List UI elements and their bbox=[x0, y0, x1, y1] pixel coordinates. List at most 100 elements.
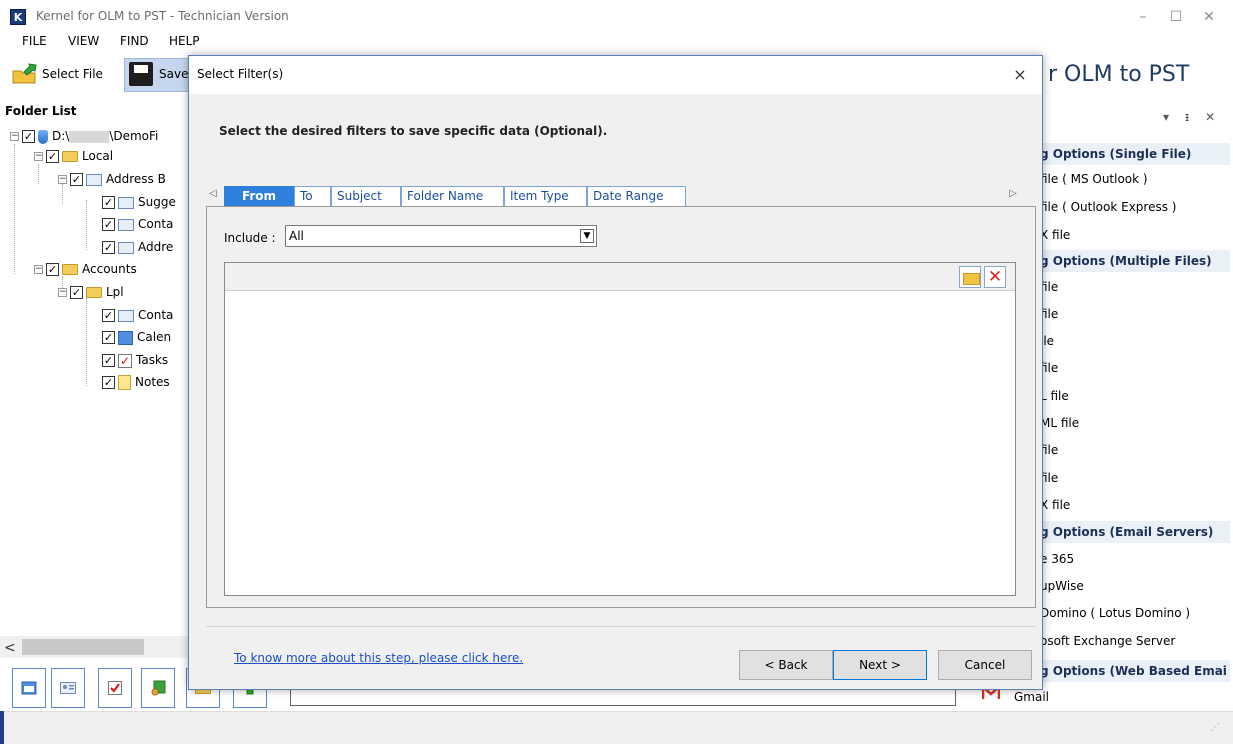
checkbox[interactable]: ✓ bbox=[46, 150, 59, 163]
nav-contacts-button[interactable] bbox=[51, 668, 85, 708]
nav-mail-button[interactable] bbox=[12, 668, 46, 708]
collapse-icon[interactable]: − bbox=[10, 132, 19, 141]
drive-icon bbox=[38, 129, 48, 144]
checkbox[interactable]: ✓ bbox=[102, 331, 115, 344]
save-label: Save bbox=[159, 67, 189, 81]
section-header-single-file: g Options (Single File) bbox=[1030, 143, 1230, 165]
content-horizontal-scrollbar[interactable] bbox=[290, 688, 956, 706]
back-button[interactable]: < Back bbox=[739, 650, 833, 680]
remove-icon[interactable]: ✕ bbox=[984, 266, 1006, 288]
tab-scroll-left-icon[interactable]: ◁ bbox=[206, 188, 220, 199]
tree-node-accounts[interactable]: − ✓ Accounts bbox=[34, 262, 137, 282]
nav-journal-button[interactable] bbox=[141, 668, 175, 708]
tab-folder-name[interactable]: Folder Name bbox=[401, 186, 504, 206]
maximize-button[interactable]: ☐ bbox=[1163, 6, 1189, 28]
tab-from[interactable]: From bbox=[224, 186, 294, 206]
option-multi-file-9[interactable]: X file bbox=[1040, 498, 1070, 512]
checkbox[interactable]: ✓ bbox=[102, 196, 115, 209]
contact-card-icon bbox=[118, 218, 134, 231]
folder-list-title: Folder List bbox=[5, 104, 77, 118]
add-folder-icon[interactable] bbox=[959, 266, 981, 288]
collapse-icon[interactable]: − bbox=[58, 288, 67, 297]
tree-node-label: Conta bbox=[138, 308, 174, 322]
tree-node-contacts-lpl[interactable]: ✓ Conta bbox=[102, 308, 173, 328]
dialog-instruction: Select the desired filters to save speci… bbox=[219, 124, 608, 138]
dialog-close-button[interactable]: × bbox=[1009, 64, 1031, 86]
tree-node-label: Notes bbox=[135, 375, 170, 389]
scrollbar-thumb[interactable] bbox=[22, 639, 144, 655]
open-folder-icon bbox=[12, 63, 37, 84]
resize-grip-icon[interactable]: ⋰ bbox=[1210, 722, 1220, 733]
window-accent-edge bbox=[0, 711, 4, 744]
tab-subject[interactable]: Subject bbox=[331, 186, 401, 206]
menu-view[interactable]: VIEW bbox=[68, 34, 99, 48]
checkbox[interactable]: ✓ bbox=[46, 263, 59, 276]
tree-node-local[interactable]: − ✓ Local bbox=[34, 149, 113, 169]
close-window-button[interactable]: ✕ bbox=[1196, 6, 1222, 28]
tab-date-range[interactable]: Date Range bbox=[587, 186, 686, 206]
select-filters-dialog: Select Filter(s) × Select the desired fi… bbox=[188, 55, 1043, 690]
option-lotus-domino[interactable]: Domino ( Lotus Domino ) bbox=[1040, 606, 1190, 620]
dropdown-arrow-icon[interactable]: ▼ bbox=[580, 229, 594, 243]
select-file-button[interactable]: Select File bbox=[12, 60, 118, 90]
tree-node-calendar[interactable]: ✓ Calen bbox=[102, 330, 171, 350]
tree-node-root[interactable]: − ✓ D:\ \DemoFi bbox=[10, 129, 158, 149]
menu-find[interactable]: FIND bbox=[120, 34, 149, 48]
include-selected-value: All bbox=[289, 229, 304, 243]
minimize-button[interactable]: – bbox=[1130, 6, 1156, 28]
cancel-button[interactable]: Cancel bbox=[938, 650, 1032, 680]
collapse-icon[interactable]: − bbox=[34, 265, 43, 274]
tab-item-type[interactable]: Item Type bbox=[504, 186, 587, 206]
help-link[interactable]: To know more about this step, please cli… bbox=[234, 651, 523, 665]
contact-card-icon bbox=[118, 196, 134, 209]
include-dropdown[interactable]: All ▼ bbox=[285, 225, 597, 247]
checkbox[interactable]: ✓ bbox=[70, 286, 83, 299]
option-multi-file-6[interactable]: ML file bbox=[1040, 416, 1079, 430]
panel-controls[interactable]: ▾ ᵻ ✕ bbox=[1163, 110, 1221, 124]
tree-node-suggested[interactable]: ✓ Sugge bbox=[102, 195, 176, 215]
option-gmail[interactable]: Gmail bbox=[1014, 690, 1049, 704]
filter-item-list[interactable]: ✕ bbox=[224, 262, 1016, 596]
option-groupwise[interactable]: upWise bbox=[1040, 579, 1084, 593]
option-multi-file-5[interactable]: L file bbox=[1040, 389, 1069, 403]
checkbox[interactable]: ✓ bbox=[102, 354, 115, 367]
option-pst-file[interactable]: file ( MS Outlook ) bbox=[1040, 172, 1148, 186]
scroll-left-icon[interactable]: < bbox=[4, 640, 16, 656]
folder-icon bbox=[62, 151, 78, 162]
option-mbox-file[interactable]: X file bbox=[1040, 228, 1070, 242]
option-office-365[interactable]: e 365 bbox=[1040, 552, 1074, 566]
tree-node-contacts[interactable]: ✓ Conta bbox=[102, 217, 173, 237]
save-button[interactable]: Save bbox=[124, 58, 190, 92]
checkbox[interactable]: ✓ bbox=[102, 309, 115, 322]
menu-help[interactable]: HELP bbox=[169, 34, 200, 48]
option-exchange-server[interactable]: osoft Exchange Server bbox=[1040, 634, 1175, 648]
checkbox[interactable]: ✓ bbox=[102, 218, 115, 231]
tree-node-address-book[interactable]: − ✓ Address B bbox=[58, 172, 166, 192]
calendar-view-icon bbox=[21, 681, 37, 695]
checkbox[interactable]: ✓ bbox=[102, 376, 115, 389]
tab-to[interactable]: To bbox=[294, 186, 331, 206]
collapse-icon[interactable]: − bbox=[34, 152, 43, 161]
tree-node-label: \DemoFi bbox=[109, 129, 159, 143]
tree-node-address[interactable]: ✓ Addre bbox=[102, 240, 173, 260]
checkbox[interactable]: ✓ bbox=[70, 173, 83, 186]
collapse-icon[interactable]: − bbox=[58, 175, 67, 184]
include-label: Include : bbox=[224, 231, 276, 245]
product-title: r OLM to PST bbox=[1048, 62, 1190, 87]
tab-scroll-right-icon[interactable]: ▷ bbox=[1006, 188, 1020, 199]
folder-icon bbox=[62, 264, 78, 275]
tree-node-label: D:\ bbox=[52, 129, 70, 143]
option-dbx-file[interactable]: file ( Outlook Express ) bbox=[1040, 200, 1176, 214]
tree-node-notes[interactable]: ✓ Notes bbox=[102, 375, 170, 395]
tree-node-label: Addre bbox=[138, 240, 174, 254]
window-titlebar: K Kernel for OLM to PST - Technician Ver… bbox=[0, 0, 1233, 32]
tree-node-tasks[interactable]: ✓ ✓ Tasks bbox=[102, 353, 168, 373]
select-file-label: Select File bbox=[42, 67, 103, 81]
tree-node-lpl[interactable]: − ✓ Lpl bbox=[58, 285, 124, 305]
nav-tasks-button[interactable] bbox=[98, 668, 132, 708]
next-button[interactable]: Next > bbox=[833, 650, 927, 680]
checkbox[interactable]: ✓ bbox=[102, 241, 115, 254]
tree-node-label: Accounts bbox=[82, 262, 137, 276]
checkbox[interactable]: ✓ bbox=[22, 130, 35, 143]
menu-file[interactable]: FILE bbox=[22, 34, 47, 48]
